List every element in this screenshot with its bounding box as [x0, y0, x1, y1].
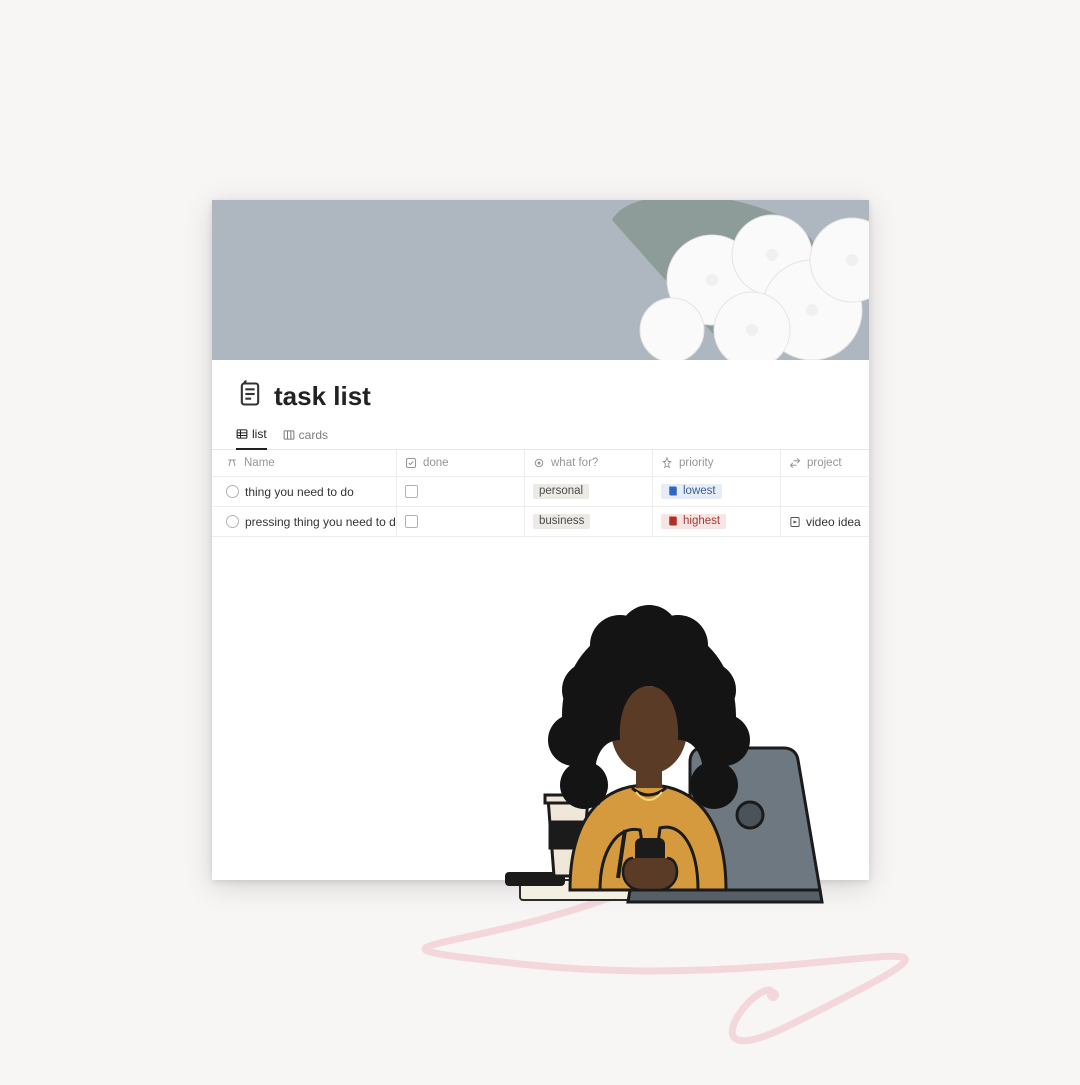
task-name: thing you need to do — [245, 485, 354, 499]
view-tab-cards[interactable]: cards — [283, 422, 328, 449]
open-page-icon[interactable] — [226, 515, 239, 528]
view-tab-label: cards — [299, 428, 328, 442]
priority-tag: highest — [661, 514, 726, 529]
column-header-name[interactable]: Name — [212, 450, 397, 476]
project-link[interactable]: video idea — [789, 515, 861, 529]
view-tabs: list cards — [212, 421, 869, 449]
page-icon — [789, 516, 801, 528]
table-header-row: Name done what for? priority project — [212, 450, 869, 477]
view-tab-label: list — [252, 427, 267, 441]
tag-icon — [533, 457, 545, 469]
table-row[interactable]: pressing thing you need to do business h… — [212, 507, 869, 537]
checkbox-input[interactable] — [405, 485, 418, 498]
column-header-done[interactable]: done — [397, 450, 525, 476]
column-header-project[interactable]: project — [781, 450, 869, 476]
book-icon — [667, 515, 679, 527]
cell-whatfor[interactable]: business — [525, 507, 653, 536]
task-name: pressing thing you need to do — [245, 515, 397, 529]
cell-project[interactable] — [781, 477, 869, 506]
priority-tag: lowest — [661, 484, 722, 499]
view-tab-list[interactable]: list — [236, 421, 267, 450]
table-row[interactable]: thing you need to do personal lowest — [212, 477, 869, 507]
cell-name[interactable]: thing you need to do — [212, 477, 397, 506]
cell-name[interactable]: pressing thing you need to do — [212, 507, 397, 536]
column-header-whatfor[interactable]: what for? — [525, 450, 653, 476]
cell-priority[interactable]: highest — [653, 507, 781, 536]
table-icon — [236, 428, 248, 440]
book-icon — [667, 485, 679, 497]
column-header-priority[interactable]: priority — [653, 450, 781, 476]
cell-done[interactable] — [397, 477, 525, 506]
cell-whatfor[interactable]: personal — [525, 477, 653, 506]
task-table: Name done what for? priority project — [212, 449, 869, 537]
whatfor-tag: personal — [533, 484, 589, 499]
checkbox-icon — [405, 457, 417, 469]
cell-done[interactable] — [397, 507, 525, 536]
board-icon — [283, 429, 295, 441]
text-icon — [226, 457, 238, 469]
cell-project[interactable]: video idea — [781, 507, 869, 536]
open-page-icon[interactable] — [226, 485, 239, 498]
page-title: task list — [274, 381, 371, 412]
whatfor-tag: business — [533, 514, 590, 529]
task-list-card: task list list cards Name — [212, 200, 869, 880]
cell-priority[interactable]: lowest — [653, 477, 781, 506]
pin-icon — [661, 457, 673, 469]
checkbox-input[interactable] — [405, 515, 418, 528]
relation-icon — [789, 457, 801, 469]
cover-image — [212, 200, 869, 360]
scroll-list-icon — [236, 380, 264, 413]
